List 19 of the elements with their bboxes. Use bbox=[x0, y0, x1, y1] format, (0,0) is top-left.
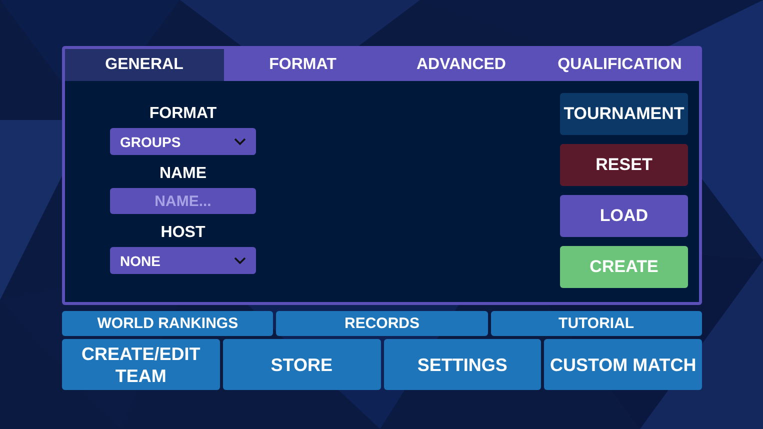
action-button[interactable]: LOAD bbox=[560, 195, 688, 237]
menu-button[interactable]: TUTORIAL bbox=[490, 311, 702, 336]
field-label: FORMAT bbox=[149, 105, 217, 123]
caret-icon bbox=[234, 256, 246, 264]
action-button[interactable]: TOURNAMENT bbox=[560, 93, 688, 135]
dropdown[interactable]: NONE bbox=[110, 247, 256, 274]
menu-button[interactable]: CREATE/EDIT TEAM bbox=[62, 339, 220, 390]
caret-icon bbox=[234, 138, 246, 146]
menu-button[interactable]: RECORDS bbox=[276, 311, 488, 336]
menu-button[interactable]: STORE bbox=[222, 339, 380, 390]
menu-button[interactable]: SETTINGS bbox=[384, 339, 542, 390]
name-field[interactable]: NAME... bbox=[110, 188, 256, 214]
menu-button[interactable]: WORLD RANKINGS bbox=[62, 311, 274, 336]
action-button[interactable]: RESET bbox=[560, 144, 688, 186]
menu-button[interactable]: CUSTOM MATCH bbox=[544, 339, 702, 390]
field-label: NAME bbox=[159, 165, 207, 183]
tab[interactable]: GENERAL bbox=[65, 49, 224, 81]
field-label: HOST bbox=[160, 224, 206, 242]
dropdown[interactable]: GROUPS bbox=[110, 128, 256, 155]
